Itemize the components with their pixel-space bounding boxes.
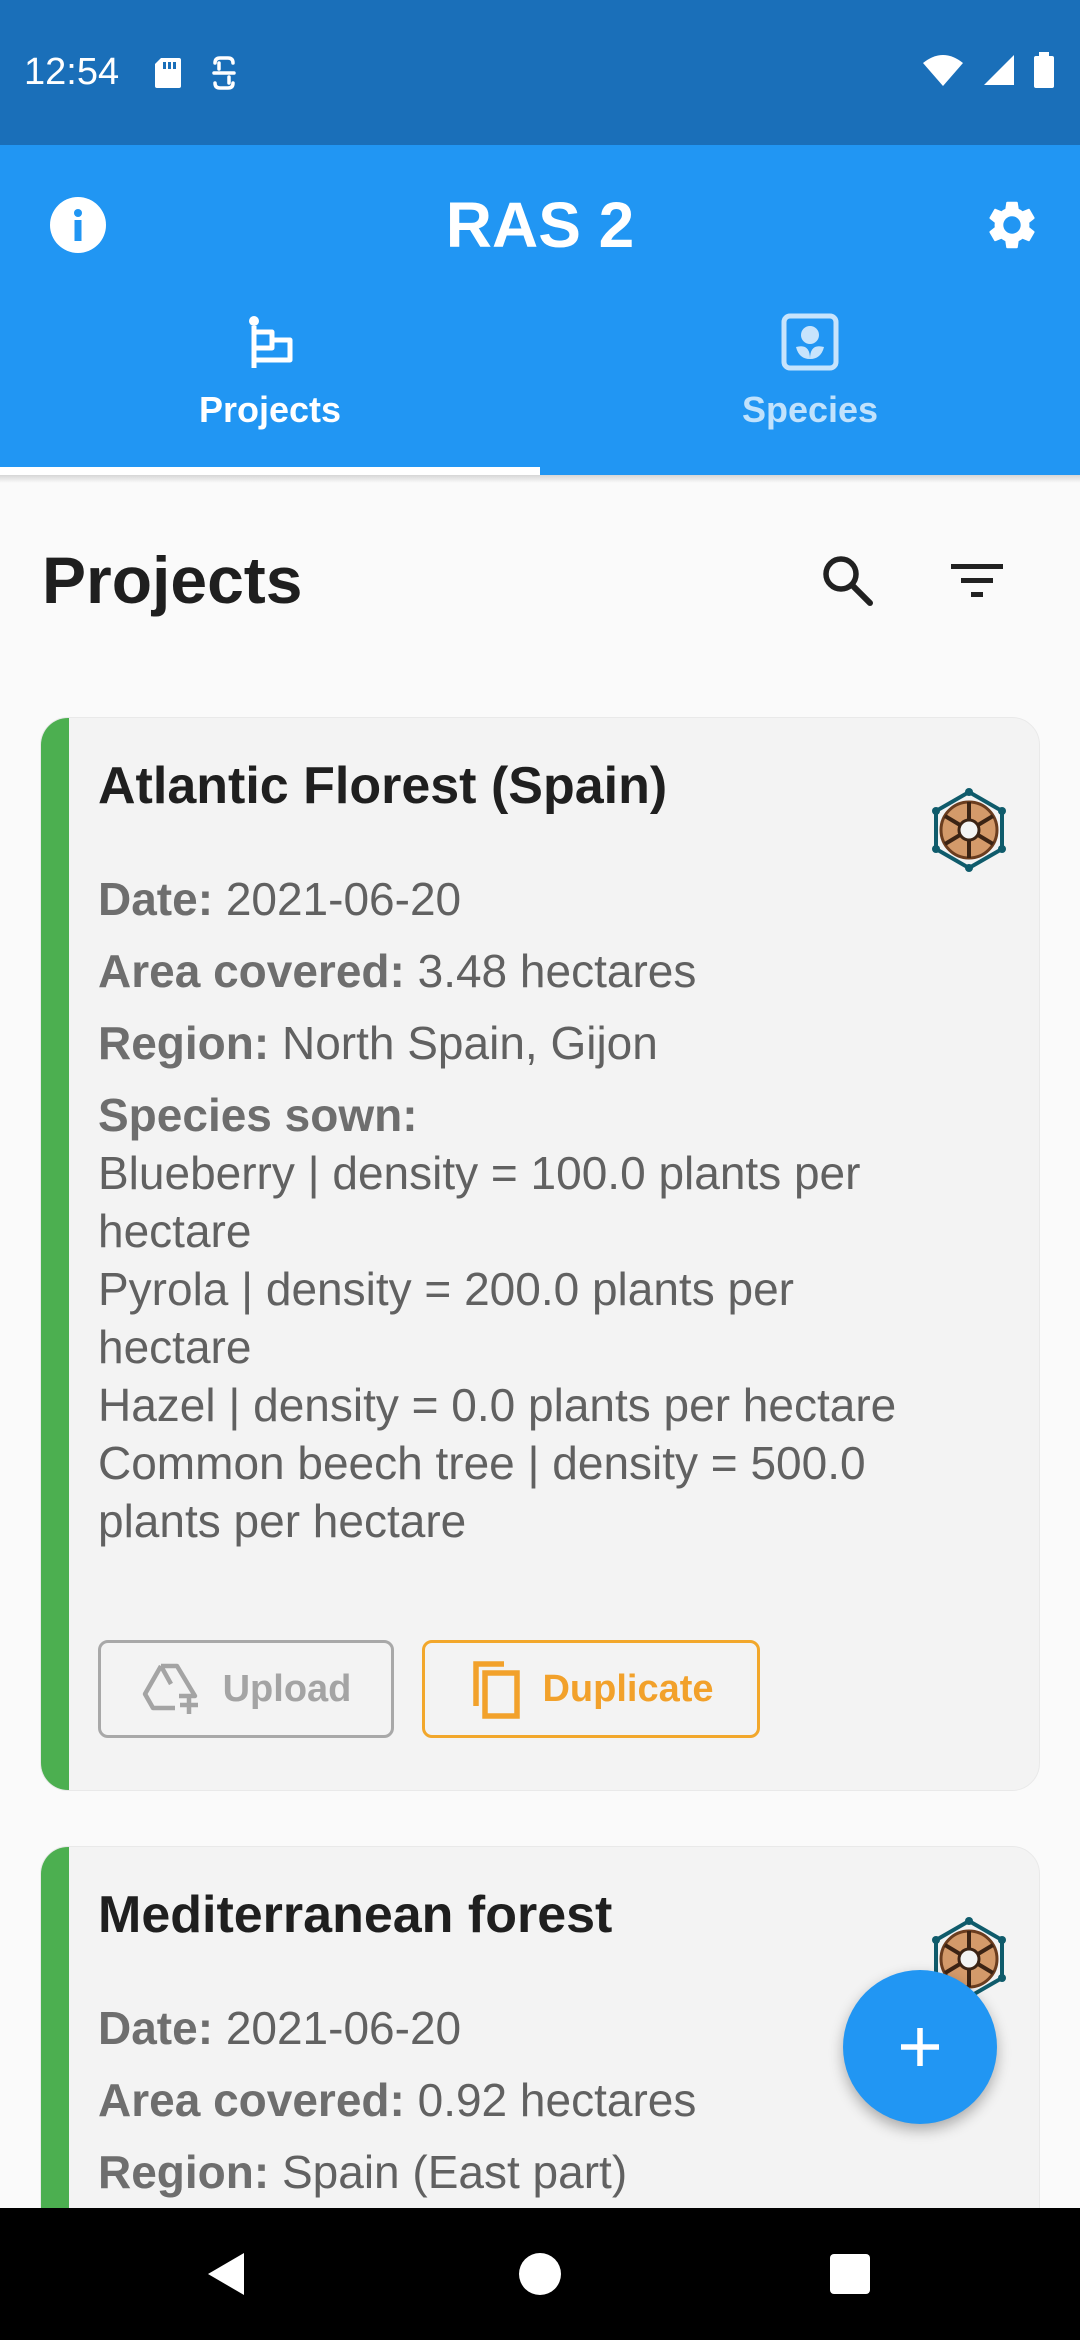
copy-icon: [473, 1661, 521, 1719]
tab-bar: Projects Species: [0, 145, 1080, 475]
add-project-button[interactable]: [843, 1970, 997, 2124]
upload-drive-icon: [142, 1663, 198, 1714]
nav-home-button[interactable]: [508, 2242, 572, 2306]
project-region-row: Region: Spain (East part): [98, 2143, 898, 2201]
date-value: 2021-06-20: [225, 873, 462, 925]
project-card[interactable]: Atlantic Florest (Spain) Date: 2021-06-2…: [40, 717, 1040, 1791]
home-circle-icon: [519, 2253, 561, 2295]
back-triangle-icon: [208, 2253, 244, 2295]
project-area-row: Area covered: 0.92 hectares: [98, 2071, 898, 2129]
project-flag-icon: [246, 307, 294, 377]
species-sown-label: Species sown:: [98, 1089, 418, 1141]
plus-icon: [901, 2028, 939, 2066]
tab-species-label: Species: [741, 389, 879, 430]
region-value: North Spain, Gijon: [281, 1017, 658, 1069]
tab-projects[interactable]: Projects: [0, 295, 540, 475]
region-label: Region:: [98, 1017, 270, 1069]
recents-square-icon: [830, 2254, 870, 2294]
tab-projects-label: Projects: [198, 389, 342, 430]
project-wheel-icon: [927, 788, 1011, 872]
area-value: 0.92 hectares: [417, 2074, 697, 2126]
region-value: Spain (East part): [281, 2146, 628, 2198]
upload-label: Upload: [222, 1667, 352, 1710]
duplicate-label: Duplicate: [542, 1667, 714, 1710]
project-title: Mediterranean forest: [98, 1886, 613, 1944]
search-button[interactable]: [812, 545, 882, 615]
filter-button[interactable]: [942, 545, 1012, 615]
cell-signal-icon: [980, 53, 1016, 92]
page-header: Projects: [42, 535, 1042, 625]
project-area-row: Area covered: 3.48 hectares: [98, 942, 898, 1000]
nav-recents-button[interactable]: [818, 2242, 882, 2306]
card-status-stripe: [41, 718, 69, 1790]
area-label: Area covered:: [98, 945, 405, 997]
project-date-row: Date: 2021-06-20: [98, 1999, 898, 2057]
wifi-icon: [922, 53, 964, 92]
tab-species[interactable]: Species: [540, 295, 1080, 475]
date-label: Date:: [98, 873, 214, 925]
tab-indicator: [0, 467, 540, 475]
system-nav-bar: [0, 2208, 1080, 2340]
species-flower-icon: [781, 307, 839, 377]
species-item: Hazel | density = 0.0 plants per hectare: [98, 1379, 897, 1431]
species-item: Common beech tree | density = 500.0 plan…: [98, 1437, 866, 1547]
date-label: Date:: [98, 2002, 214, 2054]
date-value: 2021-06-20: [225, 2002, 462, 2054]
region-label: Region:: [98, 2146, 270, 2198]
search-icon: [823, 556, 873, 606]
battery-icon: [1032, 51, 1056, 94]
status-bar: 12:54: [0, 0, 1080, 145]
nav-back-button[interactable]: [194, 2242, 258, 2306]
app-bar-shadow: [0, 475, 1080, 483]
area-label: Area covered:: [98, 2074, 405, 2126]
status-time: 12:54: [24, 51, 120, 93]
project-date-row: Date: 2021-06-20: [98, 870, 898, 928]
filter-icon: [951, 564, 1003, 597]
duplicate-button[interactable]: Duplicate: [422, 1640, 760, 1738]
species-item: Blueberry | density = 100.0 plants per h…: [98, 1147, 861, 1257]
species-item: Pyrola | density = 200.0 plants per hect…: [98, 1263, 794, 1373]
area-value: 3.48 hectares: [417, 945, 697, 997]
project-region-row: Region: North Spain, Gijon: [98, 1014, 898, 1072]
project-title: Atlantic Florest (Spain): [98, 757, 668, 815]
upload-button[interactable]: Upload: [98, 1640, 394, 1738]
app-notification-icon: [209, 55, 239, 91]
sd-card-icon: [153, 56, 183, 90]
page-title: Projects: [42, 543, 303, 617]
